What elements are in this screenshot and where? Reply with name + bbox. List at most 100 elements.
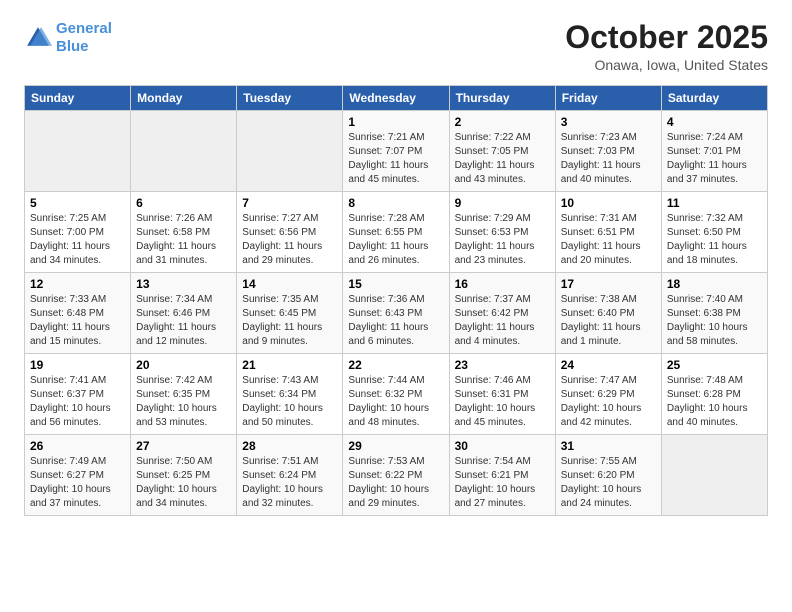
day-number: 2	[455, 115, 550, 129]
day-info: Sunrise: 7:37 AM Sunset: 6:42 PM Dayligh…	[455, 293, 550, 349]
day-number: 11	[667, 196, 762, 210]
day-number: 30	[455, 439, 550, 453]
day-number: 24	[561, 358, 656, 372]
calendar-cell: 22 Sunrise: 7:44 AM Sunset: 6:32 PM Dayli…	[343, 354, 449, 435]
weekday-header-thursday: Thursday	[449, 86, 555, 111]
day-number: 29	[348, 439, 443, 453]
day-number: 12	[30, 277, 125, 291]
calendar-table: SundayMondayTuesdayWednesdayThursdayFrid…	[24, 85, 768, 516]
calendar-header: SundayMondayTuesdayWednesdayThursdayFrid…	[25, 86, 768, 111]
calendar-cell: 20 Sunrise: 7:42 AM Sunset: 6:35 PM Dayli…	[131, 354, 237, 435]
calendar-cell: 9Sunrise: 7:29 AM Sunset: 6:53 PM Daylig…	[449, 192, 555, 273]
calendar-cell: 19 Sunrise: 7:41 AM Sunset: 6:37 PM Dayli…	[25, 354, 131, 435]
calendar-cell: 8Sunrise: 7:28 AM Sunset: 6:55 PM Daylig…	[343, 192, 449, 273]
day-number: 15	[348, 277, 443, 291]
day-info: Sunrise: 7:53 AM Sunset: 6:22 PM Dayligh…	[348, 455, 443, 511]
calendar-cell: 5 Sunrise: 7:25 AM Sunset: 7:00 PM Daylig…	[25, 192, 131, 273]
day-info: Sunrise: 7:34 AM Sunset: 6:46 PM Dayligh…	[136, 293, 231, 349]
calendar-cell	[661, 435, 767, 516]
day-info: Sunrise: 7:22 AM Sunset: 7:05 PM Dayligh…	[455, 131, 550, 187]
weekday-row: SundayMondayTuesdayWednesdayThursdayFrid…	[25, 86, 768, 111]
calendar-cell	[237, 111, 343, 192]
calendar-cell: 30Sunrise: 7:54 AM Sunset: 6:21 PM Dayli…	[449, 435, 555, 516]
day-number: 10	[561, 196, 656, 210]
calendar-cell: 6 Sunrise: 7:26 AM Sunset: 6:58 PM Daylig…	[131, 192, 237, 273]
day-info: Sunrise: 7:46 AM Sunset: 6:31 PM Dayligh…	[455, 374, 550, 430]
calendar-cell: 1 Sunrise: 7:21 AM Sunset: 7:07 PM Daylig…	[343, 111, 449, 192]
day-info: Sunrise: 7:38 AM Sunset: 6:40 PM Dayligh…	[561, 293, 656, 349]
day-number: 25	[667, 358, 762, 372]
weekday-header-sunday: Sunday	[25, 86, 131, 111]
day-info: Sunrise: 7:41 AM Sunset: 6:37 PM Dayligh…	[30, 374, 125, 430]
calendar-cell: 28Sunrise: 7:51 AM Sunset: 6:24 PM Dayli…	[237, 435, 343, 516]
calendar-week-0: 1 Sunrise: 7:21 AM Sunset: 7:07 PM Daylig…	[25, 111, 768, 192]
weekday-header-wednesday: Wednesday	[343, 86, 449, 111]
logo-line1: General	[56, 20, 112, 37]
day-number: 9	[455, 196, 550, 210]
calendar-week-3: 19 Sunrise: 7:41 AM Sunset: 6:37 PM Dayli…	[25, 354, 768, 435]
logo-icon	[24, 24, 52, 52]
day-info: Sunrise: 7:21 AM Sunset: 7:07 PM Dayligh…	[348, 131, 443, 187]
calendar-cell: 21Sunrise: 7:43 AM Sunset: 6:34 PM Dayli…	[237, 354, 343, 435]
day-number: 20	[136, 358, 231, 372]
location: Onawa, Iowa, United States	[565, 57, 768, 73]
day-number: 4	[667, 115, 762, 129]
month-title: October 2025	[565, 20, 768, 55]
day-number: 23	[455, 358, 550, 372]
weekday-header-friday: Friday	[555, 86, 661, 111]
calendar-cell: 10Sunrise: 7:31 AM Sunset: 6:51 PM Dayli…	[555, 192, 661, 273]
logo-line2: Blue	[56, 38, 89, 55]
calendar-cell: 7Sunrise: 7:27 AM Sunset: 6:56 PM Daylig…	[237, 192, 343, 273]
calendar-cell: 16 Sunrise: 7:37 AM Sunset: 6:42 PM Dayli…	[449, 273, 555, 354]
weekday-header-monday: Monday	[131, 86, 237, 111]
day-info: Sunrise: 7:25 AM Sunset: 7:00 PM Dayligh…	[30, 212, 125, 268]
calendar-cell: 18 Sunrise: 7:40 AM Sunset: 6:38 PM Dayli…	[661, 273, 767, 354]
day-info: Sunrise: 7:42 AM Sunset: 6:35 PM Dayligh…	[136, 374, 231, 430]
day-info: Sunrise: 7:43 AM Sunset: 6:34 PM Dayligh…	[242, 374, 337, 430]
day-info: Sunrise: 7:40 AM Sunset: 6:38 PM Dayligh…	[667, 293, 762, 349]
calendar-cell: 17 Sunrise: 7:38 AM Sunset: 6:40 PM Dayli…	[555, 273, 661, 354]
day-info: Sunrise: 7:36 AM Sunset: 6:43 PM Dayligh…	[348, 293, 443, 349]
calendar-cell: 14Sunrise: 7:35 AM Sunset: 6:45 PM Dayli…	[237, 273, 343, 354]
day-info: Sunrise: 7:47 AM Sunset: 6:29 PM Dayligh…	[561, 374, 656, 430]
calendar-cell: 27Sunrise: 7:50 AM Sunset: 6:25 PM Dayli…	[131, 435, 237, 516]
day-info: Sunrise: 7:33 AM Sunset: 6:48 PM Dayligh…	[30, 293, 125, 349]
day-number: 16	[455, 277, 550, 291]
day-info: Sunrise: 7:50 AM Sunset: 6:25 PM Dayligh…	[136, 455, 231, 511]
calendar-cell: 25Sunrise: 7:48 AM Sunset: 6:28 PM Dayli…	[661, 354, 767, 435]
calendar-cell: 15 Sunrise: 7:36 AM Sunset: 6:43 PM Dayli…	[343, 273, 449, 354]
calendar-cell: 26Sunrise: 7:49 AM Sunset: 6:27 PM Dayli…	[25, 435, 131, 516]
day-number: 18	[667, 277, 762, 291]
day-number: 19	[30, 358, 125, 372]
day-number: 1	[348, 115, 443, 129]
day-info: Sunrise: 7:44 AM Sunset: 6:32 PM Dayligh…	[348, 374, 443, 430]
day-info: Sunrise: 7:27 AM Sunset: 6:56 PM Dayligh…	[242, 212, 337, 268]
calendar-cell	[25, 111, 131, 192]
calendar-cell: 4 Sunrise: 7:24 AM Sunset: 7:01 PM Daylig…	[661, 111, 767, 192]
calendar-week-4: 26Sunrise: 7:49 AM Sunset: 6:27 PM Dayli…	[25, 435, 768, 516]
calendar-cell: 11Sunrise: 7:32 AM Sunset: 6:50 PM Dayli…	[661, 192, 767, 273]
weekday-header-saturday: Saturday	[661, 86, 767, 111]
calendar-cell: 2 Sunrise: 7:22 AM Sunset: 7:05 PM Daylig…	[449, 111, 555, 192]
page: General Blue October 2025 Onawa, Iowa, U…	[0, 0, 792, 612]
weekday-header-tuesday: Tuesday	[237, 86, 343, 111]
day-number: 17	[561, 277, 656, 291]
day-info: Sunrise: 7:49 AM Sunset: 6:27 PM Dayligh…	[30, 455, 125, 511]
day-number: 31	[561, 439, 656, 453]
calendar-cell: 23 Sunrise: 7:46 AM Sunset: 6:31 PM Dayli…	[449, 354, 555, 435]
header: General Blue October 2025 Onawa, Iowa, U…	[24, 20, 768, 73]
logo: General Blue	[24, 20, 112, 56]
calendar-cell	[131, 111, 237, 192]
logo-text: General Blue	[56, 20, 112, 56]
day-number: 6	[136, 196, 231, 210]
day-info: Sunrise: 7:26 AM Sunset: 6:58 PM Dayligh…	[136, 212, 231, 268]
calendar-cell: 29 Sunrise: 7:53 AM Sunset: 6:22 PM Dayli…	[343, 435, 449, 516]
calendar-body: 1 Sunrise: 7:21 AM Sunset: 7:07 PM Daylig…	[25, 111, 768, 516]
day-number: 22	[348, 358, 443, 372]
day-number: 8	[348, 196, 443, 210]
day-info: Sunrise: 7:24 AM Sunset: 7:01 PM Dayligh…	[667, 131, 762, 187]
calendar-cell: 31Sunrise: 7:55 AM Sunset: 6:20 PM Dayli…	[555, 435, 661, 516]
day-number: 5	[30, 196, 125, 210]
calendar-cell: 13Sunrise: 7:34 AM Sunset: 6:46 PM Dayli…	[131, 273, 237, 354]
day-info: Sunrise: 7:35 AM Sunset: 6:45 PM Dayligh…	[242, 293, 337, 349]
